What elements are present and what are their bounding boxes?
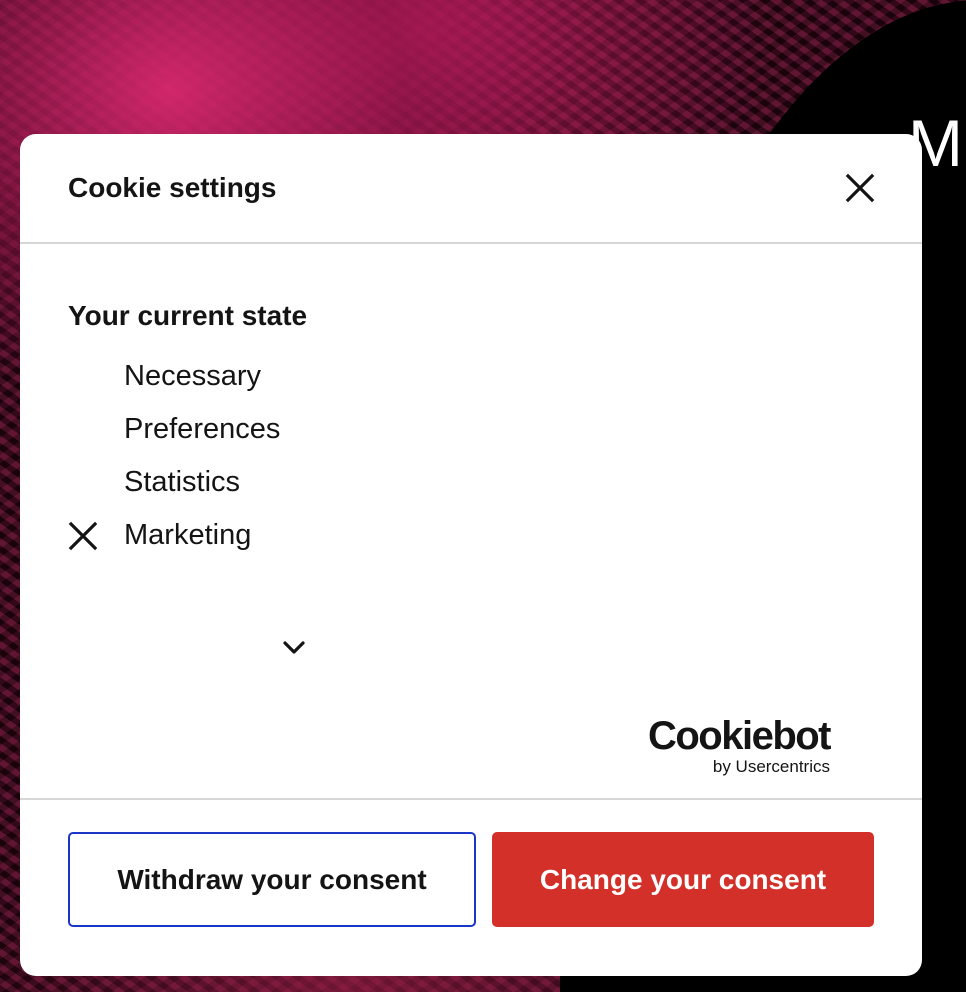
cookie-settings-dialog: Cookie settings Your current state Neces… (20, 134, 922, 976)
state-label: Preferences (124, 413, 281, 445)
close-icon (845, 173, 875, 203)
state-icon-necessary (68, 362, 124, 392)
dialog-title: Cookie settings (68, 172, 277, 203)
logo-name: Cookiebot (647, 714, 832, 758)
withdraw-consent-button[interactable]: Withdraw your consent (68, 832, 476, 927)
list-item-necessary: Necessary (68, 350, 874, 403)
chevron-down-icon (283, 641, 305, 654)
state-icon-statistics (68, 468, 124, 498)
state-label: Necessary (124, 360, 261, 392)
dialog-header: Cookie settings (20, 134, 922, 244)
consent-state-list: Necessary Preferences Statistics Marketi… (68, 350, 874, 562)
close-button[interactable] (840, 168, 880, 208)
list-item-preferences: Preferences (68, 403, 874, 456)
state-icon-preferences (68, 415, 124, 445)
state-label: Marketing (124, 519, 252, 551)
state-label: Statistics (124, 466, 241, 498)
current-state-heading: Your current state (68, 300, 308, 331)
dialog-body: Your current state Necessary Preferences… (20, 244, 922, 800)
list-item-statistics: Statistics (68, 456, 874, 509)
change-consent-button[interactable]: Change your consent (492, 832, 874, 927)
cookiebot-logo[interactable]: Cookiebot by Usercentrics (647, 714, 832, 776)
expand-details-button[interactable] (278, 632, 310, 664)
x-icon (68, 521, 124, 551)
list-item-marketing: Marketing (68, 509, 874, 562)
logo-tagline: by Usercentrics (712, 757, 830, 776)
dialog-footer: Withdraw your consent Change your consen… (20, 798, 922, 976)
